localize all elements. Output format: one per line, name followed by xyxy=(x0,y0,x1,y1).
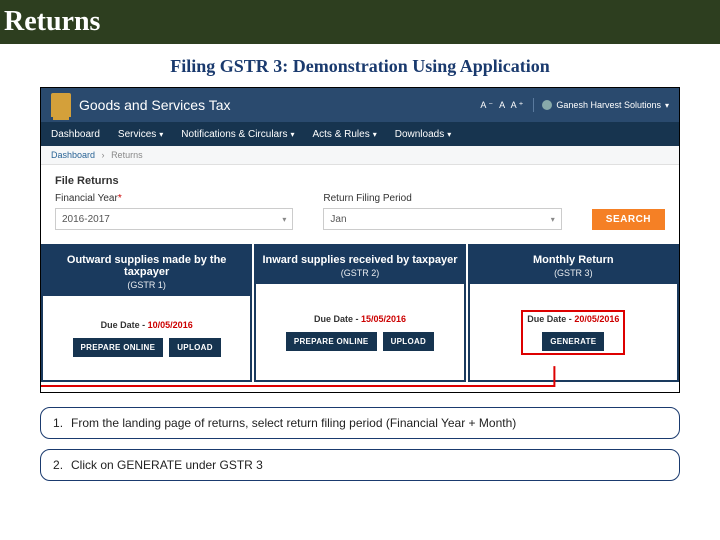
body-area: File Returns Financial Year 2016-2017 ▾ … xyxy=(41,165,679,382)
chevron-down-icon: ▾ xyxy=(290,130,294,139)
user-menu[interactable]: Ganesh Harvest Solutions ▾ xyxy=(542,100,669,110)
step-text: Click on GENERATE under GSTR 3 xyxy=(71,458,263,472)
user-name: Ganesh Harvest Solutions xyxy=(556,100,661,110)
header-right: A⁻ A A⁺ Ganesh Harvest Solutions ▾ xyxy=(480,98,669,112)
due-line: Due Date - 10/05/2016 xyxy=(101,320,193,330)
app-header: Goods and Services Tax A⁻ A A⁺ Ganesh Ha… xyxy=(41,88,679,122)
emblem-icon xyxy=(51,93,71,117)
breadcrumb-separator: › xyxy=(102,150,105,160)
due-date: 15/05/2016 xyxy=(361,314,406,324)
app-screenshot-frame: Goods and Services Tax A⁻ A A⁺ Ganesh Ha… xyxy=(40,87,680,393)
user-icon xyxy=(542,100,552,110)
breadcrumb: Dashboard › Returns xyxy=(41,146,679,165)
section-heading: File Returns xyxy=(55,175,665,187)
nav-dashboard[interactable]: Dashboard xyxy=(51,129,100,140)
app-nav: Dashboard Services▾ Notifications & Circ… xyxy=(41,122,679,146)
step-1: 1 From the landing page of returns, sele… xyxy=(40,407,680,439)
step-text: From the landing page of returns, select… xyxy=(71,416,516,430)
period-label: Return Filing Period xyxy=(323,193,561,204)
due-date: 10/05/2016 xyxy=(148,320,193,330)
step-2: 2 Click on GENERATE under GSTR 3 xyxy=(40,449,680,481)
breadcrumb-current: Returns xyxy=(111,150,143,160)
chevron-down-icon: ▾ xyxy=(159,130,163,139)
font-size-control[interactable]: A⁻ A A⁺ xyxy=(480,100,525,111)
card-title: Inward supplies received by taxpayer xyxy=(260,254,459,266)
fy-select[interactable]: 2016-2017 ▾ xyxy=(55,208,293,230)
period-select[interactable]: Jan ▾ xyxy=(323,208,561,230)
upload-button[interactable]: UPLOAD xyxy=(383,332,435,351)
period-value: Jan xyxy=(330,214,346,225)
due-line: Due Date - 15/05/2016 xyxy=(314,314,406,324)
prepare-online-button[interactable]: PREPARE ONLINE xyxy=(286,332,377,351)
chevron-down-icon: ▾ xyxy=(551,215,555,224)
card-subtitle: (GSTR 1) xyxy=(47,280,246,290)
app-title: Goods and Services Tax xyxy=(79,97,480,113)
step-number: 2 xyxy=(53,458,71,472)
search-button[interactable]: SEARCH xyxy=(592,209,665,230)
card-subtitle: (GSTR 2) xyxy=(260,268,459,278)
card-gstr2: Inward supplies received by taxpayer (GS… xyxy=(254,244,467,382)
fy-value: 2016-2017 xyxy=(62,214,110,225)
financial-year-field: Financial Year 2016-2017 ▾ xyxy=(55,193,293,230)
return-cards: Outward supplies made by the taxpayer (G… xyxy=(41,244,679,382)
step-number: 1 xyxy=(53,416,71,430)
filter-row: Financial Year 2016-2017 ▾ Return Filing… xyxy=(55,193,665,230)
slide-title-bar: Returns xyxy=(0,0,720,44)
card-title: Outward supplies made by the taxpayer xyxy=(47,254,246,278)
prepare-online-button[interactable]: PREPARE ONLINE xyxy=(73,338,164,357)
chevron-down-icon: ▾ xyxy=(447,130,451,139)
return-period-field: Return Filing Period Jan ▾ xyxy=(323,193,561,230)
slide-subtitle: Filing GSTR 3: Demonstration Using Appli… xyxy=(0,44,720,87)
upload-button[interactable]: UPLOAD xyxy=(169,338,221,357)
chevron-down-icon: ▾ xyxy=(665,101,669,110)
nav-services[interactable]: Services▾ xyxy=(118,129,163,140)
nav-notifications[interactable]: Notifications & Circulars▾ xyxy=(181,129,294,140)
due-line: Due Date - 20/05/2016 xyxy=(527,314,619,324)
nav-acts[interactable]: Acts & Rules▾ xyxy=(312,129,376,140)
breadcrumb-root[interactable]: Dashboard xyxy=(51,150,95,160)
card-subtitle: (GSTR 3) xyxy=(474,268,673,278)
chevron-down-icon: ▾ xyxy=(373,130,377,139)
generate-button[interactable]: GENERATE xyxy=(542,332,604,351)
due-date: 20/05/2016 xyxy=(574,314,619,324)
card-gstr3: Monthly Return (GSTR 3) Due Date - 20/05… xyxy=(468,244,679,382)
card-gstr1: Outward supplies made by the taxpayer (G… xyxy=(41,244,254,382)
fy-label: Financial Year xyxy=(55,193,293,204)
nav-downloads[interactable]: Downloads▾ xyxy=(395,129,452,140)
highlight-annotation: Due Date - 20/05/2016 GENERATE xyxy=(521,310,625,355)
instruction-steps: 1 From the landing page of returns, sele… xyxy=(40,407,680,481)
divider xyxy=(533,98,534,112)
chevron-down-icon: ▾ xyxy=(282,215,286,224)
slide-title: Returns xyxy=(4,6,716,38)
card-title: Monthly Return xyxy=(474,254,673,266)
